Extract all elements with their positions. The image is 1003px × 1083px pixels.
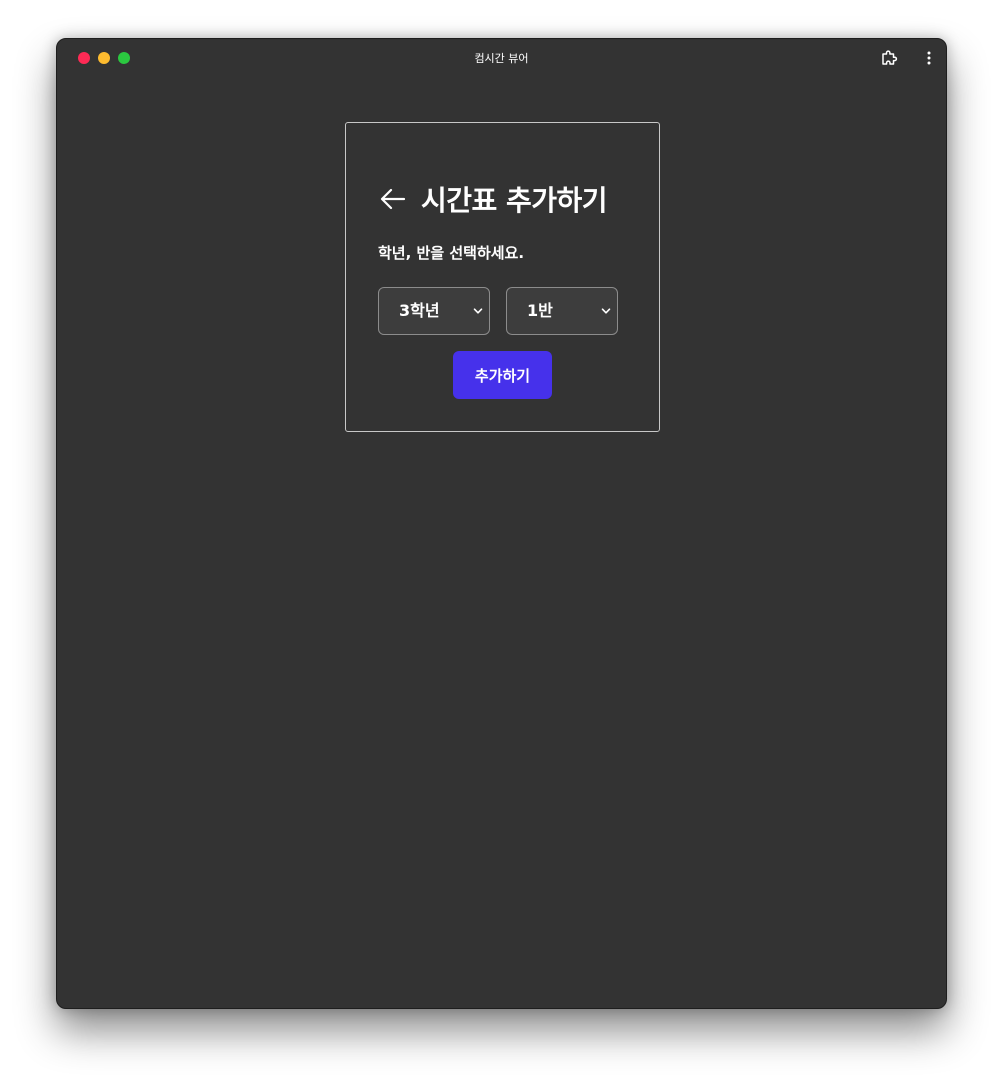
chevron-down-icon [473, 308, 483, 314]
app-window: 컴시간 뷰어 시간표 추가하기 학년, 반을 선택하세요. 3학년 1반 추가하… [56, 38, 947, 1009]
add-button[interactable]: 추가하기 [453, 351, 552, 399]
title-bar[interactable]: 컴시간 뷰어 [57, 39, 946, 77]
class-select-value: 1반 [527, 301, 553, 320]
instruction-text: 학년, 반을 선택하세요. [378, 244, 525, 262]
chevron-down-icon [601, 308, 611, 314]
page-heading: 시간표 추가하기 [378, 179, 608, 219]
arrow-left-icon[interactable] [378, 184, 408, 214]
add-timetable-card: 시간표 추가하기 학년, 반을 선택하세요. 3학년 1반 추가하기 [345, 122, 660, 432]
more-vert-icon[interactable] [919, 48, 939, 68]
page-title: 시간표 추가하기 [421, 184, 608, 217]
grade-select[interactable]: 3학년 [378, 287, 490, 335]
grade-select-value: 3학년 [399, 301, 440, 320]
class-select[interactable]: 1반 [506, 287, 618, 335]
window-title: 컴시간 뷰어 [474, 52, 529, 65]
extension-icon[interactable] [879, 48, 899, 68]
